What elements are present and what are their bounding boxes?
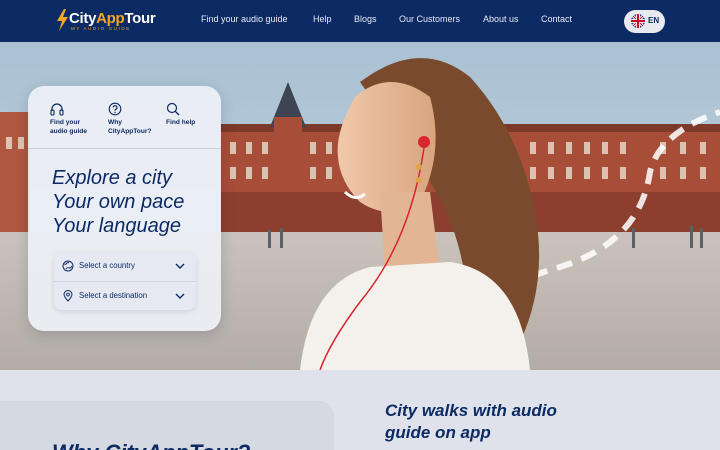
globe-icon [62, 260, 74, 272]
nav-find-audio-guide[interactable]: Find your audio guide [201, 14, 288, 28]
headline-line: Your own pace [52, 191, 185, 213]
headphones-icon [50, 103, 64, 116]
brand-tagline: MY AUDIO GUIDE [71, 26, 131, 31]
nav-our-customers[interactable]: Our Customers [399, 14, 460, 28]
uk-flag-icon [631, 14, 645, 28]
brand-name: CityAppTour [69, 10, 156, 27]
question-circle-icon [108, 102, 122, 116]
city-walks-title-line: City walks with audio [385, 401, 557, 420]
nav-contact[interactable]: Contact [541, 14, 572, 28]
tab-find-help[interactable]: Find help [166, 102, 195, 128]
city-walks-title-line: guide on app [385, 423, 491, 442]
location-pin-icon [63, 290, 73, 302]
headline-line: Explore a city [52, 167, 173, 189]
brand-logo[interactable]: CityAppTour MY AUDIO GUIDE [55, 9, 156, 33]
tab-label-line1: Find your [50, 119, 81, 126]
language-selector[interactable]: EN [624, 10, 665, 33]
search-card: Find your audio guide Why CityAppTour? F… [28, 86, 221, 331]
logo-bolt-icon [57, 9, 68, 31]
tab-label-line2: audio guide [50, 127, 87, 135]
tab-why-cityapptour[interactable]: Why CityAppTour? [108, 102, 151, 136]
country-select-label: Select a country [79, 261, 135, 270]
nav-help[interactable]: Help [313, 14, 332, 28]
chevron-down-icon [175, 293, 185, 299]
nav-blogs[interactable]: Blogs [354, 14, 377, 28]
city-walks-title: City walks with audio guide on app [385, 400, 557, 444]
nav-about-us[interactable]: About us [483, 14, 519, 28]
headline-line: Your language [52, 215, 182, 237]
language-code: EN [648, 16, 660, 25]
why-section-title: Why CityAppTour? [52, 440, 250, 450]
country-select[interactable]: Select a country [54, 252, 196, 280]
tab-label-line1: Find help [166, 119, 196, 126]
search-icon [166, 102, 180, 116]
card-divider [28, 148, 221, 149]
tab-find-audio-guide[interactable]: Find your audio guide [50, 102, 87, 136]
tab-label-line2: CityAppTour? [108, 127, 152, 135]
chevron-down-icon [175, 263, 185, 269]
hero-headline: Explore a city Your own pace Your langua… [52, 166, 184, 238]
destination-select[interactable]: Select a destination [54, 282, 196, 310]
destination-select-label: Select a destination [79, 291, 148, 300]
tab-label-line1: Why [108, 119, 122, 126]
site-header: CityAppTour MY AUDIO GUIDE Find your aud… [0, 0, 720, 42]
